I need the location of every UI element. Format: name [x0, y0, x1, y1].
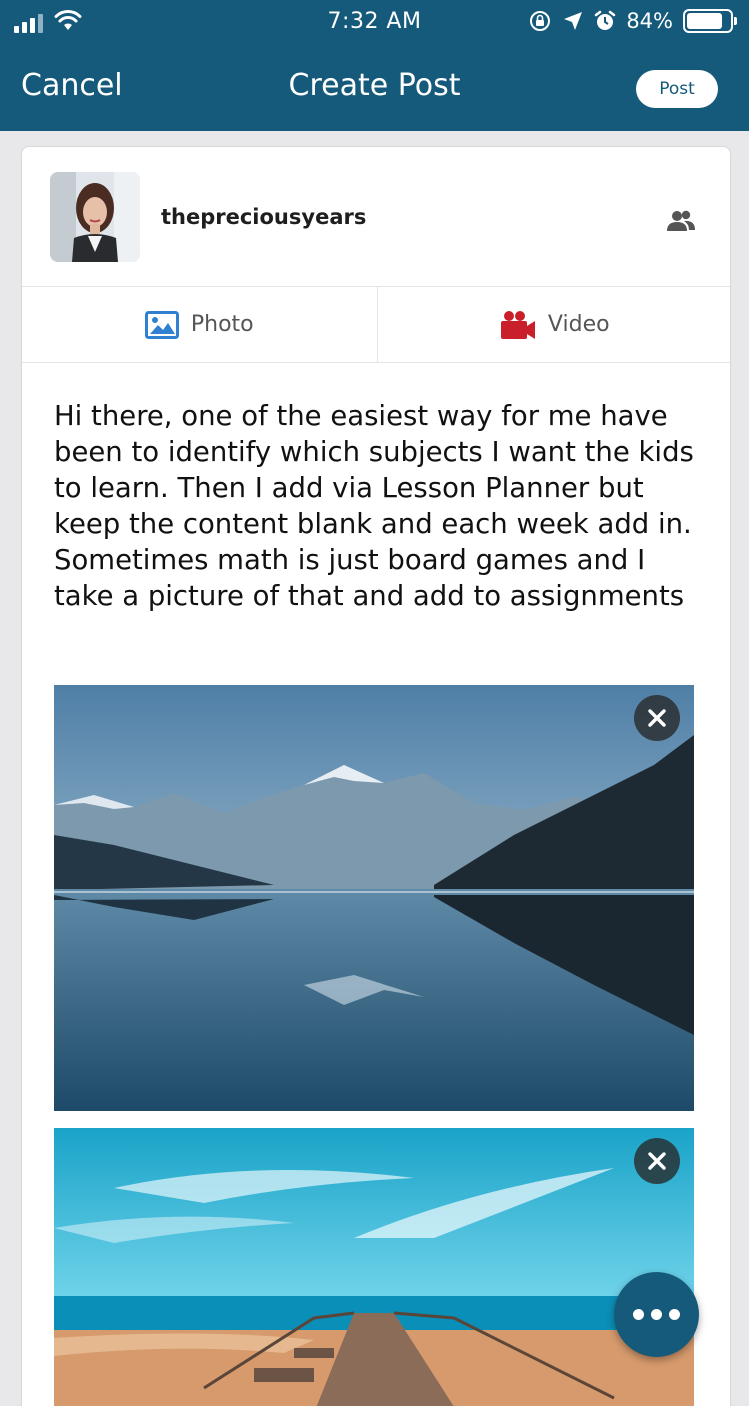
status-indicators: 84% [528, 9, 737, 33]
photo-icon [144, 310, 179, 339]
top-bar: 7:32 AM 84% Cancel Create Post Post [0, 0, 749, 131]
video-tab[interactable]: Video [376, 287, 731, 362]
attached-photo [54, 685, 694, 1111]
more-dots-icon [633, 1309, 644, 1320]
mountain-lake-image [54, 685, 694, 1111]
alarm-icon [595, 10, 616, 30]
more-options-button[interactable] [614, 1272, 699, 1357]
remove-photo-button[interactable] [634, 1138, 680, 1184]
video-camera-icon [500, 310, 535, 339]
people-icon[interactable] [666, 209, 696, 233]
avatar-image [50, 172, 140, 262]
attached-photo [54, 1128, 694, 1406]
status-bar: 7:32 AM 84% [0, 0, 749, 46]
close-icon [648, 709, 666, 727]
post-text-input[interactable]: Hi there, one of the easiest way for me … [54, 398, 704, 614]
more-dots-icon [669, 1309, 680, 1320]
post-button[interactable]: Post [636, 70, 718, 108]
close-icon [648, 1152, 666, 1170]
location-arrow-icon [564, 12, 583, 30]
author-row: thepreciousyears [22, 147, 730, 287]
composer-card: thepreciousyears Photo Video Hi there, o… [21, 146, 731, 1406]
username: thepreciousyears [161, 205, 367, 229]
media-tabs: Photo Video [22, 287, 731, 363]
remove-photo-button[interactable] [634, 695, 680, 741]
pier-beach-image [54, 1128, 694, 1406]
photo-tab[interactable]: Photo [22, 287, 377, 362]
video-tab-label: Video [547, 312, 610, 337]
photo-tab-label: Photo [190, 312, 254, 337]
battery-percent: 84% [626, 9, 673, 33]
battery-icon [683, 9, 737, 33]
nav-row: Cancel Create Post Post [0, 56, 749, 118]
avatar [50, 172, 140, 262]
battery-fill [687, 13, 723, 29]
more-dots-icon [651, 1309, 662, 1320]
rotation-lock-icon [530, 11, 551, 31]
cancel-button[interactable]: Cancel [21, 68, 123, 103]
